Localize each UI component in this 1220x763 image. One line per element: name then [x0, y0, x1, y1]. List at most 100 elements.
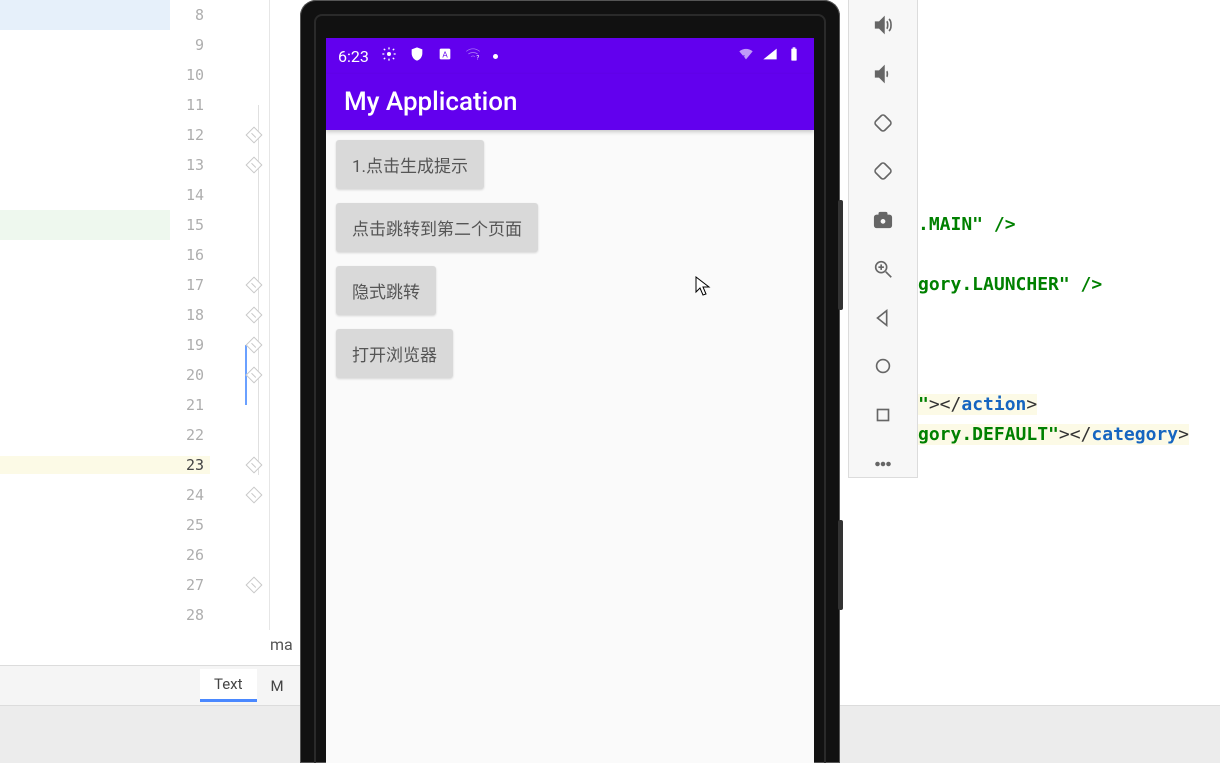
- line-number: 21: [0, 396, 210, 414]
- line-number: 15: [0, 216, 210, 234]
- truncated-label: ma: [270, 635, 293, 654]
- fold-handle-icon[interactable]: [246, 307, 263, 324]
- code-token: category: [1091, 424, 1178, 445]
- gutter-row[interactable]: 17: [0, 270, 269, 300]
- line-number: 8: [0, 6, 210, 24]
- app-body: 1.点击生成提示 点击跳转到第二个页面 隐式跳转 打开浏览器: [326, 130, 814, 388]
- gutter-row[interactable]: 14: [0, 180, 269, 210]
- gutter-row[interactable]: 13: [0, 150, 269, 180]
- gutter-row[interactable]: 24: [0, 480, 269, 510]
- generate-hint-button[interactable]: 1.点击生成提示: [336, 140, 484, 189]
- device-screen[interactable]: 6:23 A ? x My Application 1.点击生成提示: [326, 38, 814, 763]
- svg-text:?: ?: [476, 54, 479, 61]
- goto-second-page-button[interactable]: 点击跳转到第二个页面: [336, 203, 538, 252]
- gutter-row[interactable]: 26: [0, 540, 269, 570]
- dot-icon: [493, 54, 498, 59]
- overview-icon[interactable]: [869, 402, 897, 429]
- code-token: ></: [1059, 424, 1092, 445]
- gutter-row[interactable]: 8: [0, 0, 269, 30]
- volume-up-icon[interactable]: [869, 12, 897, 39]
- gutter-row[interactable]: 20: [0, 360, 269, 390]
- device-side-button: [838, 200, 843, 310]
- zoom-in-icon[interactable]: [869, 256, 897, 283]
- open-browser-button[interactable]: 打开浏览器: [336, 329, 453, 378]
- editor-view-tabs: Text M: [0, 665, 310, 705]
- line-number: 23: [0, 456, 210, 474]
- camera-icon[interactable]: [869, 207, 897, 234]
- line-number: 20: [0, 366, 210, 384]
- line-number: 13: [0, 156, 210, 174]
- rotate-left-icon[interactable]: [869, 109, 897, 136]
- line-number: 11: [0, 96, 210, 114]
- tab-text[interactable]: Text: [200, 669, 257, 702]
- app-title: My Application: [344, 87, 518, 117]
- device-side-button: [838, 520, 843, 610]
- fold-handle-icon[interactable]: [246, 337, 263, 354]
- gutter-row[interactable]: 15: [0, 210, 269, 240]
- android-status-bar: 6:23 A ? x: [326, 38, 814, 74]
- code-token: >: [1026, 394, 1037, 415]
- rotate-right-icon[interactable]: [869, 158, 897, 185]
- code-editor-peek[interactable]: .MAIN" /> gory.LAUNCHER" /> "></action> …: [918, 0, 1220, 705]
- battery-icon: [786, 46, 802, 66]
- gutter-row[interactable]: 19: [0, 330, 269, 360]
- shield-icon: [409, 46, 425, 66]
- fold-handle-icon[interactable]: [246, 487, 263, 504]
- status-time: 6:23: [338, 47, 369, 66]
- line-number: 17: [0, 276, 210, 294]
- gutter-row[interactable]: 18: [0, 300, 269, 330]
- fold-handle-icon[interactable]: [246, 157, 263, 174]
- line-number: 10: [0, 66, 210, 84]
- volume-down-icon[interactable]: [869, 61, 897, 88]
- code-token: action: [961, 394, 1026, 415]
- fold-handle-icon[interactable]: [246, 127, 263, 144]
- wifi-question-icon: ?: [465, 46, 481, 66]
- line-number: 24: [0, 486, 210, 504]
- line-number: 27: [0, 576, 210, 594]
- signal-icon: [762, 46, 778, 66]
- tab-secondary[interactable]: M: [257, 671, 298, 701]
- line-number: 28: [0, 606, 210, 624]
- code-token: gory.LAUNCHER" />: [918, 274, 1102, 295]
- app-bar: My Application: [326, 74, 814, 130]
- square-a-icon: A: [437, 46, 453, 66]
- fold-handle-icon[interactable]: [246, 277, 263, 294]
- wifi-icon: x: [738, 46, 754, 66]
- mouse-cursor-icon: [695, 276, 711, 296]
- implicit-intent-button[interactable]: 隐式跳转: [336, 266, 436, 315]
- back-icon[interactable]: [869, 304, 897, 331]
- gutter-row[interactable]: 10: [0, 60, 269, 90]
- gutter-row[interactable]: 27: [0, 570, 269, 600]
- gutter-row[interactable]: 9: [0, 30, 269, 60]
- code-token: ></: [929, 394, 962, 415]
- line-number: 12: [0, 126, 210, 144]
- home-icon[interactable]: [869, 353, 897, 380]
- line-number: 16: [0, 246, 210, 264]
- editor-panel: 8 9 10 11 12 13 14 15 16 17 18 19 20 21 …: [0, 0, 310, 763]
- emulator-toolbar: [848, 0, 918, 478]
- code-token: gory.DEFAULT": [918, 424, 1059, 445]
- line-number: 18: [0, 306, 210, 324]
- gutter-row[interactable]: 21: [0, 390, 269, 420]
- gutter-row[interactable]: 22: [0, 420, 269, 450]
- gutter-row[interactable]: 25: [0, 510, 269, 540]
- code-token: >: [1178, 424, 1189, 445]
- line-number: 22: [0, 426, 210, 444]
- line-number: 26: [0, 546, 210, 564]
- fold-handle-icon[interactable]: [246, 457, 263, 474]
- more-icon[interactable]: [869, 450, 897, 477]
- device-frame: 6:23 A ? x My Application 1.点击生成提示: [300, 0, 840, 763]
- line-number: 19: [0, 336, 210, 354]
- gutter-row[interactable]: 28: [0, 600, 269, 630]
- gutter-row[interactable]: 11: [0, 90, 269, 120]
- fold-handle-icon[interactable]: [246, 367, 263, 384]
- code-token: .MAIN" />: [918, 214, 1016, 235]
- gutter-row[interactable]: 23: [0, 450, 269, 480]
- gutter-row[interactable]: 16: [0, 240, 269, 270]
- editor-gutter: 8 9 10 11 12 13 14 15 16 17 18 19 20 21 …: [0, 0, 270, 630]
- emulator-device: 6:23 A ? x My Application 1.点击生成提示: [300, 0, 840, 763]
- gutter-row[interactable]: 12: [0, 120, 269, 150]
- fold-handle-icon[interactable]: [246, 577, 263, 594]
- svg-text:A: A: [442, 50, 448, 59]
- line-number: 25: [0, 516, 210, 534]
